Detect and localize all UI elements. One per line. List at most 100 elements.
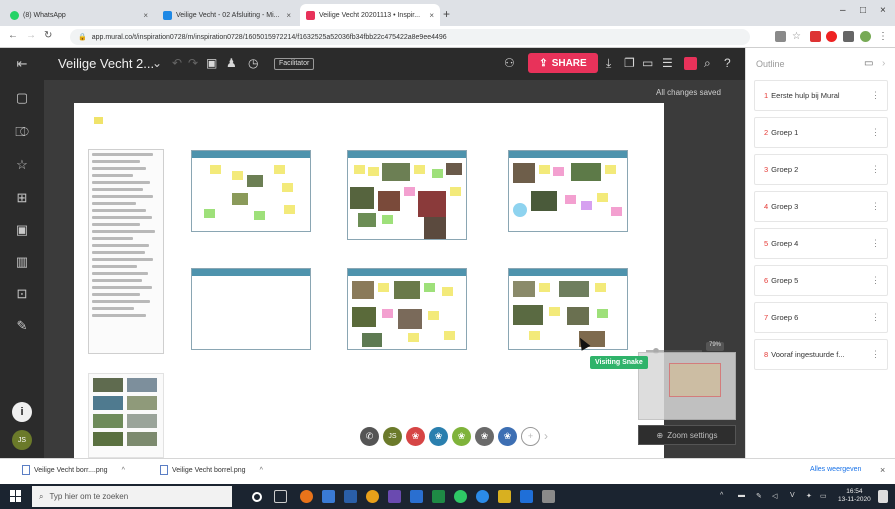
outlook-icon[interactable] — [344, 490, 357, 503]
mural-canvas[interactable]: All changes saved 79% ⊕ Zoom settings Vi… — [44, 80, 745, 458]
group-frame-4[interactable] — [191, 268, 311, 350]
whatsapp-icon[interactable] — [454, 490, 467, 503]
close-icon[interactable]: × — [880, 465, 885, 475]
back-icon[interactable]: ← — [8, 30, 18, 41]
maximize-button[interactable]: □ — [860, 5, 866, 16]
info-icon[interactable]: i — [12, 402, 32, 422]
chevron-up-icon[interactable]: ^ — [122, 467, 125, 474]
outline-view-icon[interactable]: ▣ — [206, 56, 217, 70]
new-tab-button[interactable]: + — [443, 7, 450, 21]
vpn-icon[interactable]: V — [790, 492, 795, 499]
volume-icon[interactable]: ◁ — [772, 492, 777, 500]
zoom-settings-button[interactable]: ⊕ Zoom settings — [638, 425, 736, 445]
puzzle-icon[interactable] — [843, 31, 854, 42]
comment-icon[interactable]: ▭ — [864, 58, 873, 69]
upload-icon[interactable]: ⊡ — [12, 284, 32, 304]
taskbar-search-input[interactable]: ⌕ Typ hier om te zoeken — [32, 486, 232, 507]
outline-item[interactable]: 5 Groep 4 ⋮ — [754, 228, 888, 259]
activity-icon[interactable]: ❐ — [624, 56, 635, 70]
pen-icon[interactable]: ✎ — [756, 492, 762, 500]
windows-start-icon[interactable] — [10, 490, 22, 502]
close-tab-icon[interactable]: × — [282, 11, 291, 20]
tray-chevron-up-icon[interactable]: ^ — [720, 492, 723, 499]
board-title[interactable]: Veilige Vecht 2... — [58, 56, 154, 71]
extension-icon[interactable] — [810, 31, 821, 42]
outline-item[interactable]: 6 Groep 5 ⋮ — [754, 265, 888, 296]
share-button[interactable]: ⇪ SHARE — [528, 53, 598, 73]
timer-icon[interactable]: ◷ — [248, 56, 258, 70]
outline-item[interactable]: 4 Groep 3 ⋮ — [754, 191, 888, 222]
close-tab-icon[interactable]: × — [425, 11, 434, 20]
user-avatar[interactable]: JS — [12, 430, 32, 450]
opera-icon[interactable] — [826, 31, 837, 42]
add-collaborator-button[interactable]: + — [521, 426, 540, 446]
app-icon[interactable] — [322, 490, 335, 503]
icons-star-icon[interactable]: ☆ — [12, 155, 32, 175]
photo-collection[interactable] — [88, 373, 164, 458]
tab-whatsapp[interactable]: (8) WhatsApp × — [4, 4, 154, 26]
animal-avatar-icon[interactable]: ❀ — [406, 426, 425, 446]
collaborator-avatar[interactable]: JS — [383, 426, 402, 446]
more-options-icon[interactable]: ⋮ — [871, 275, 880, 286]
browser-menu-icon[interactable]: ⋮ — [878, 31, 889, 42]
chevron-up-icon[interactable]: ^ — [260, 467, 263, 474]
word-icon[interactable] — [410, 490, 423, 503]
chevron-right-icon[interactable]: › — [544, 429, 548, 443]
redo-icon[interactable]: ↷ — [188, 56, 198, 70]
download-item[interactable]: Veilige Vecht borrel.png ^ — [160, 465, 263, 475]
network-icon[interactable]: ▬ — [738, 492, 745, 499]
close-window-button[interactable]: × — [880, 5, 886, 16]
key-icon[interactable] — [775, 31, 786, 42]
sticky-note-icon[interactable]: ▢ — [12, 88, 32, 108]
profile-avatar[interactable] — [860, 31, 871, 42]
templates-library-icon[interactable]: ▥ — [12, 252, 32, 272]
notifications-icon[interactable] — [878, 490, 888, 503]
chat-icon[interactable] — [684, 57, 697, 70]
more-options-icon[interactable]: ⋮ — [871, 238, 880, 249]
pen-draw-icon[interactable]: ✎ — [12, 316, 32, 336]
cortana-icon[interactable] — [252, 492, 262, 502]
summary-icon[interactable]: ☰ — [662, 56, 673, 70]
undo-icon[interactable]: ↶ — [172, 56, 182, 70]
group-frame-1[interactable] — [191, 150, 311, 232]
group-frame-2[interactable] — [347, 150, 467, 240]
forward-icon[interactable]: → — [26, 30, 36, 41]
comments-icon[interactable]: ▭ — [642, 56, 653, 70]
private-mode-icon[interactable]: ♟ — [226, 56, 237, 70]
reload-icon[interactable]: ↻ — [44, 30, 52, 41]
more-options-icon[interactable]: ⋮ — [871, 90, 880, 101]
group-frame-3[interactable] — [508, 150, 628, 232]
outline-item[interactable]: 7 Groep 6 ⋮ — [754, 302, 888, 333]
app-icon[interactable] — [542, 490, 555, 503]
sidebar-toggle-icon[interactable]: ⇤ — [12, 54, 32, 74]
tab-microsoft-teams[interactable]: Veilige Vecht - 02 Afsluiting - Mi... × — [157, 4, 297, 26]
more-options-icon[interactable]: ⋮ — [871, 127, 880, 138]
teams-icon[interactable] — [388, 490, 401, 503]
close-tab-icon[interactable]: × — [139, 11, 148, 20]
help-icon[interactable]: ? — [724, 56, 731, 70]
more-options-icon[interactable]: ⋮ — [871, 312, 880, 323]
excel-icon[interactable] — [432, 490, 445, 503]
chevron-down-icon[interactable]: ⌄ — [152, 56, 162, 70]
group-frame-5[interactable] — [347, 268, 467, 350]
more-options-icon[interactable]: ⋮ — [871, 164, 880, 175]
animal-avatar-icon[interactable]: ❀ — [429, 426, 448, 446]
sticky-note[interactable] — [94, 117, 103, 124]
task-view-icon[interactable] — [274, 490, 287, 503]
search-icon[interactable]: ⌕ — [704, 56, 711, 71]
export-icon[interactable]: ⤓ — [606, 56, 611, 71]
download-item[interactable]: Veilige Vecht borr....png ^ — [22, 465, 125, 475]
explorer-icon[interactable] — [498, 490, 511, 503]
animal-avatar-icon[interactable]: ❀ — [452, 426, 471, 446]
more-options-icon[interactable]: ⋮ — [871, 349, 880, 360]
outline-item[interactable]: 3 Groep 2 ⋮ — [754, 154, 888, 185]
store-icon[interactable] — [520, 490, 533, 503]
person-icon[interactable]: ⚇ — [504, 56, 515, 70]
edge-icon[interactable] — [476, 490, 489, 503]
whiteboard-area[interactable] — [74, 103, 664, 458]
system-clock[interactable]: 16:54 13-11-2020 — [838, 488, 871, 504]
outline-item[interactable]: 2 Groep 1 ⋮ — [754, 117, 888, 148]
text-icon[interactable]: ⎄ — [12, 122, 32, 142]
keyboard-icon[interactable]: ▭ — [820, 492, 827, 500]
animal-avatar-icon[interactable]: ❀ — [475, 426, 494, 446]
